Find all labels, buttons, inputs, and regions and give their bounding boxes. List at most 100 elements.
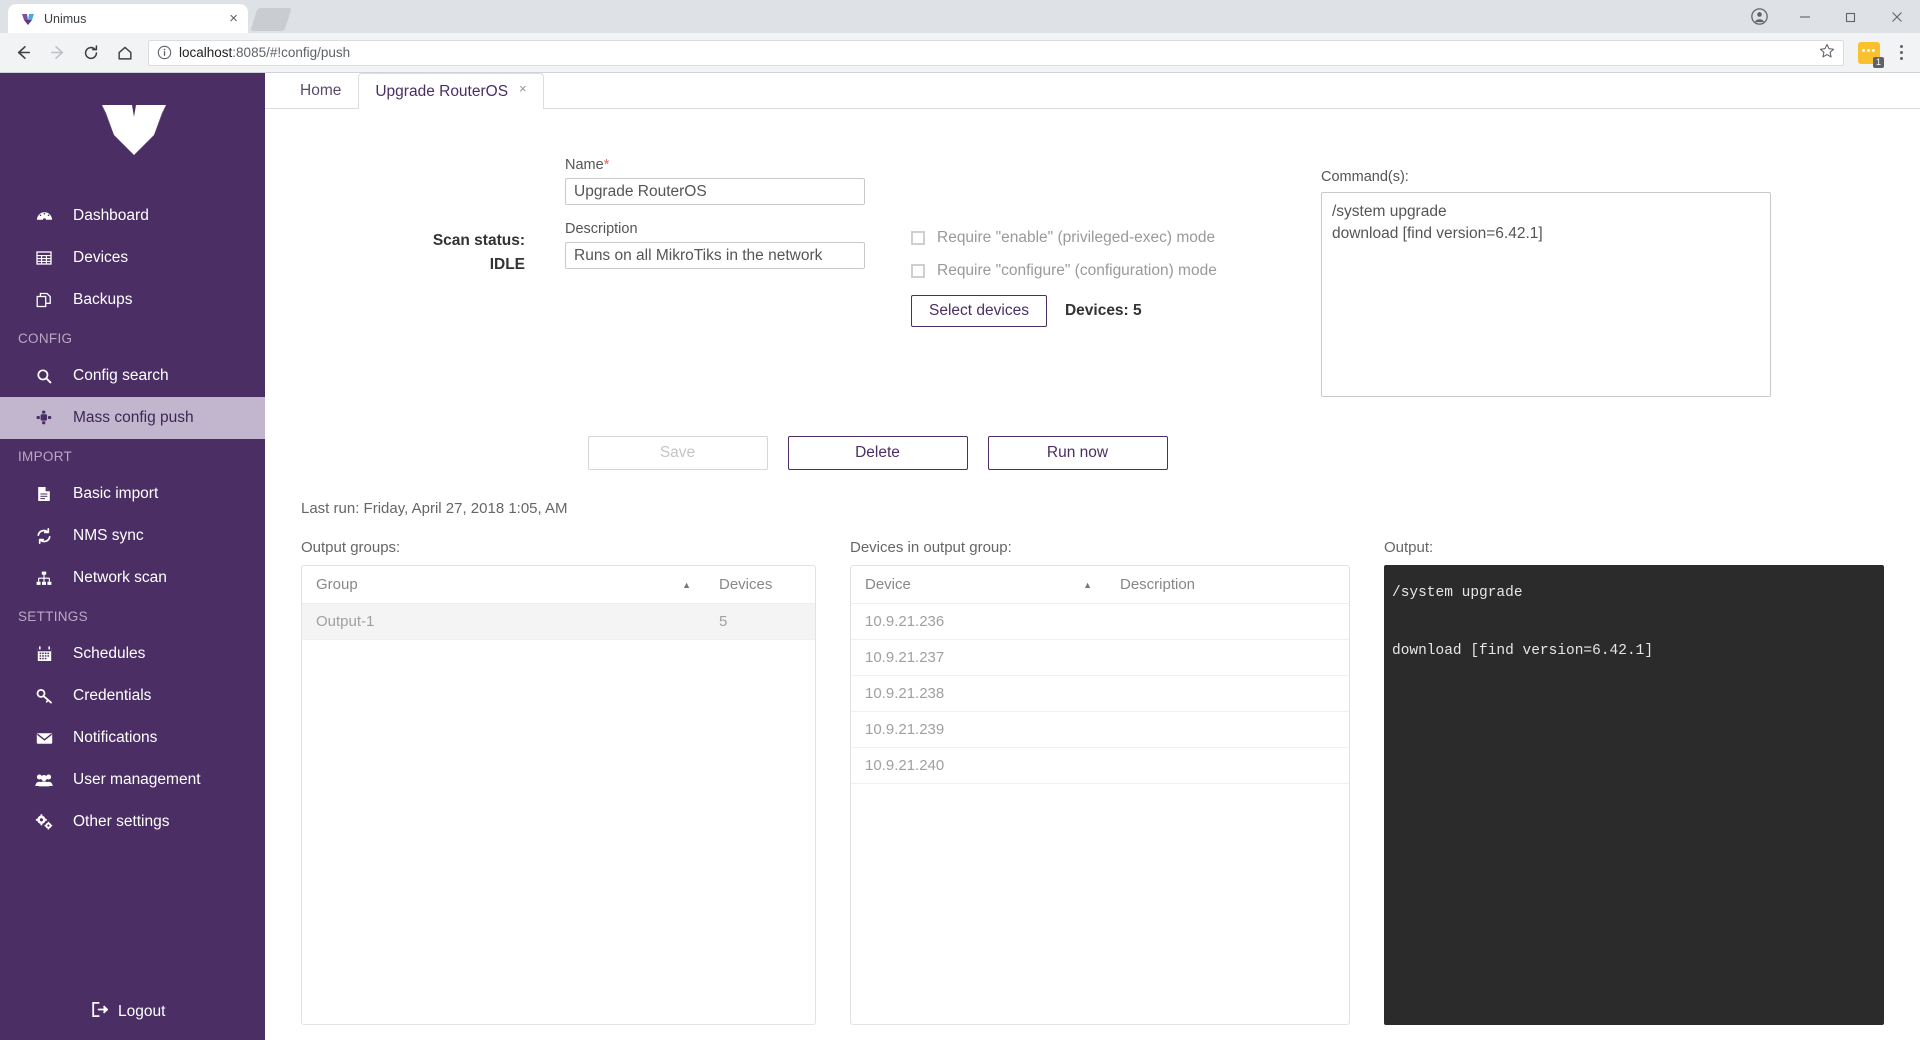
info-circle-icon[interactable] <box>157 45 172 60</box>
cell-device: 10.9.21.238 <box>851 675 1106 712</box>
cell-description <box>1106 603 1349 640</box>
browser-tabstrip: Unimus × <box>0 0 1920 33</box>
save-button[interactable]: Save <box>587 436 768 470</box>
col-group[interactable]: Group ▲ <box>302 566 705 604</box>
description-label: Description <box>565 221 638 237</box>
logout-icon <box>92 1001 109 1022</box>
devices-in-group-section: Devices in output group: Device ▲ Descri… <box>850 539 1350 1025</box>
scan-status-block: Scan status: IDLE <box>301 157 541 402</box>
select-devices-button[interactable]: Select devices <box>911 295 1047 327</box>
sidebar-section-settings: SETTINGS <box>18 609 88 624</box>
back-arrow-icon[interactable] <box>8 38 38 68</box>
tab-upgrade-routeros[interactable]: Upgrade RouterOS × <box>358 73 544 109</box>
table-row[interactable]: 10.9.21.238 <box>851 675 1349 712</box>
sidebar-item-label: Other settings <box>73 813 170 830</box>
sidebar-item-label: Backups <box>73 291 133 308</box>
sidebar-item-user-management[interactable]: User management <box>0 759 265 801</box>
url-host: localhost <box>179 45 233 60</box>
col-devices[interactable]: Devices <box>705 566 815 604</box>
reload-icon[interactable] <box>76 38 106 68</box>
run-now-button[interactable]: Run now <box>987 436 1168 470</box>
require-enable-row[interactable]: Require "enable" (privileged-exec) mode <box>911 229 1311 247</box>
tab-close-icon[interactable]: × <box>519 81 527 96</box>
browser-window: Unimus × localhost:8085/#!config/push ••… <box>0 0 1920 1040</box>
address-bar[interactable]: localhost:8085/#!config/push <box>148 39 1844 66</box>
sitemap-icon <box>34 571 54 586</box>
kebab-menu-icon[interactable] <box>1890 45 1912 60</box>
sidebar-item-nms-sync[interactable]: NMS sync <box>0 515 265 557</box>
last-run-text: Last run: Friday, April 27, 2018 1:05, A… <box>301 500 568 517</box>
table-row[interactable]: Output-1 5 <box>302 603 815 640</box>
main-content: Home Upgrade RouterOS × Scan status: IDL… <box>265 73 1920 1040</box>
name-label: Name* <box>565 157 911 173</box>
browser-tab-close-icon[interactable]: × <box>229 11 238 26</box>
sidebar-item-basic-import[interactable]: Basic import <box>0 473 265 515</box>
require-configure-row[interactable]: Require "configure" (configuration) mode <box>911 262 1311 280</box>
table-row[interactable]: 10.9.21.239 <box>851 711 1349 748</box>
account-icon[interactable] <box>1736 0 1782 33</box>
cell-description <box>1106 711 1349 748</box>
logout-button[interactable]: Logout <box>0 1001 265 1022</box>
extension-icon[interactable]: ••• 1 <box>1858 41 1884 68</box>
minimize-icon[interactable] <box>1782 0 1828 33</box>
grid-icon <box>34 250 54 266</box>
output-title: Output: <box>1384 539 1434 556</box>
maximize-icon[interactable] <box>1828 0 1874 33</box>
sidebar-item-label: Notifications <box>73 729 158 746</box>
require-configure-checkbox[interactable] <box>911 264 925 278</box>
require-enable-checkbox[interactable] <box>911 231 925 245</box>
sidebar-item-network-scan[interactable]: Network scan <box>0 557 265 599</box>
table-row[interactable]: 10.9.21.236 <box>851 603 1349 640</box>
mass-config-push-panel: Scan status: IDLE Name* Description R <box>265 109 1920 1040</box>
calendar-icon <box>34 646 54 662</box>
col-group-label: Group <box>316 576 358 593</box>
commands-textarea[interactable]: /system upgrade download [find version=6… <box>1321 192 1771 397</box>
sidebar-nav: Dashboard Devices Backups CONFIG Config … <box>0 195 265 843</box>
sidebar-item-dashboard[interactable]: Dashboard <box>0 195 265 237</box>
sidebar-item-other-settings[interactable]: Other settings <box>0 801 265 843</box>
sidebar-item-mass-config-push[interactable]: Mass config push <box>0 397 265 439</box>
name-description-fields: Name* Description <box>541 157 911 402</box>
dashboard-icon <box>34 208 54 225</box>
description-input[interactable] <box>565 242 865 269</box>
table-row[interactable]: 10.9.21.240 <box>851 747 1349 784</box>
output-groups-title: Output groups: <box>301 539 401 556</box>
sidebar-item-schedules[interactable]: Schedules <box>0 633 265 675</box>
col-device[interactable]: Device ▲ <box>851 566 1106 604</box>
name-input[interactable] <box>565 178 865 205</box>
cell-description <box>1106 747 1349 784</box>
sidebar-item-credentials[interactable]: Credentials <box>0 675 265 717</box>
name-label-text: Name <box>565 157 604 173</box>
sidebar-item-notifications[interactable]: Notifications <box>0 717 265 759</box>
tab-home[interactable]: Home <box>283 72 358 108</box>
cell-device: 10.9.21.239 <box>851 711 1106 748</box>
col-description[interactable]: Description <box>1106 566 1349 604</box>
commands-block: Command(s): /system upgrade download [fi… <box>1311 157 1884 402</box>
table-header-row: Device ▲ Description <box>851 566 1349 604</box>
sidebar-item-devices[interactable]: Devices <box>0 237 265 279</box>
logout-label: Logout <box>118 1003 166 1020</box>
sidebar-item-config-search[interactable]: Config search <box>0 355 265 397</box>
table-row[interactable]: 10.9.21.237 <box>851 639 1349 676</box>
close-icon[interactable] <box>1874 0 1920 33</box>
col-devices-label: Devices <box>719 576 773 593</box>
sort-asc-icon: ▲ <box>1083 580 1092 590</box>
delete-button[interactable]: Delete <box>787 436 968 470</box>
devices-in-group-title: Devices in output group: <box>850 539 1012 556</box>
window-controls <box>1736 0 1920 33</box>
sidebar-item-backups[interactable]: Backups <box>0 279 265 321</box>
url-text: localhost:8085/#!config/push <box>179 45 350 60</box>
star-icon[interactable] <box>1819 43 1835 62</box>
gears-icon <box>34 814 54 830</box>
tab-label: Home <box>300 81 342 99</box>
sidebar-item-label: Devices <box>73 249 129 266</box>
sort-asc-icon: ▲ <box>682 580 691 590</box>
envelope-icon <box>34 732 54 745</box>
home-icon[interactable] <box>110 38 140 68</box>
browser-tab[interactable]: Unimus × <box>8 4 248 33</box>
sidebar: Dashboard Devices Backups CONFIG Config … <box>0 73 265 1040</box>
new-tab-button[interactable] <box>250 8 292 31</box>
extension-badge-count: 1 <box>1872 56 1884 68</box>
sidebar-item-label: NMS sync <box>73 527 144 544</box>
col-description-label: Description <box>1120 576 1196 593</box>
